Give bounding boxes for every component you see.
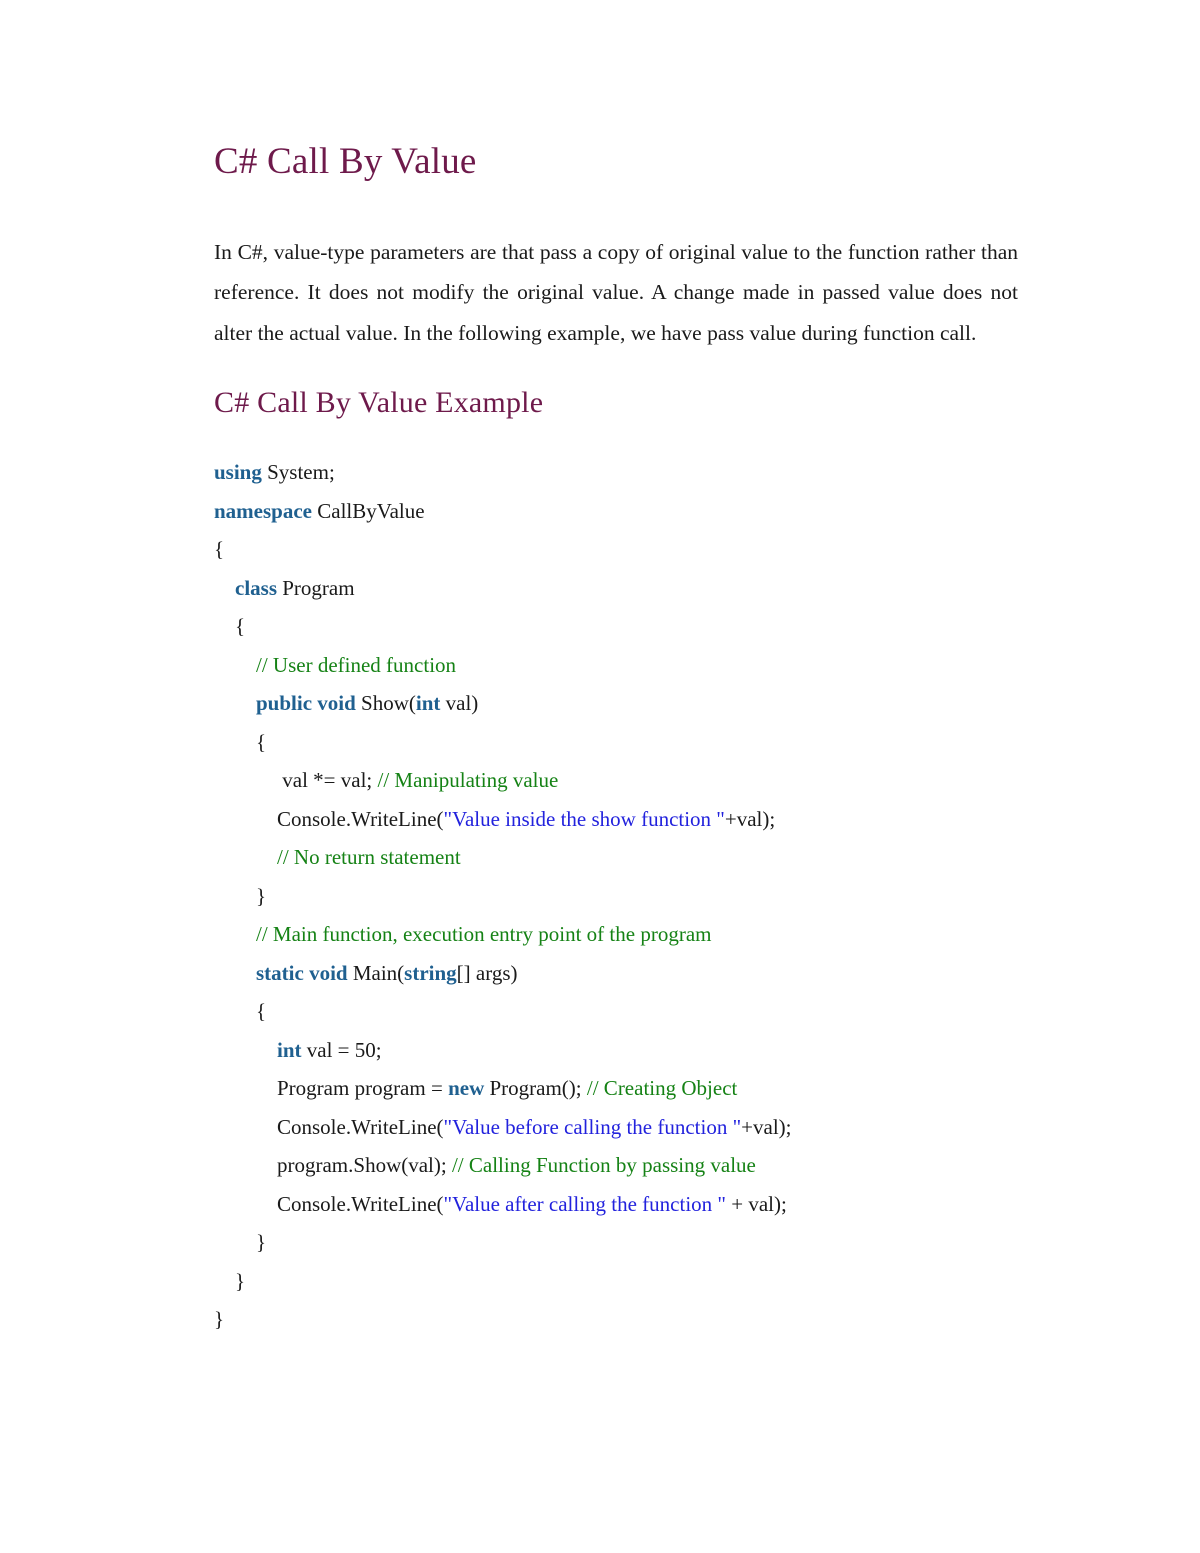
code-token-kw: new bbox=[448, 1076, 485, 1101]
code-token-plain: +val); bbox=[724, 806, 776, 831]
code-token-plain: } bbox=[235, 1268, 246, 1293]
code-token-plain: Program program = bbox=[277, 1076, 449, 1101]
code-token-kw: namespace bbox=[214, 498, 312, 523]
code-line: } bbox=[214, 877, 1018, 916]
code-token-plain: [] args) bbox=[456, 960, 518, 985]
code-line: public void Show(int val) bbox=[214, 684, 1018, 723]
code-token-kw: class bbox=[235, 575, 277, 600]
code-token-plain: System; bbox=[261, 460, 335, 485]
code-token-kw: int bbox=[415, 691, 441, 716]
intro-paragraph: In C#, value-type parameters are that pa… bbox=[214, 239, 1018, 345]
document-page: C# Call By Value In C#, value-type param… bbox=[0, 0, 1200, 1553]
code-line: val *= val; // Manipulating value bbox=[214, 761, 1018, 800]
code-token-plain: Console.WriteLine( bbox=[277, 1191, 444, 1216]
code-line: } bbox=[214, 1262, 1018, 1301]
code-token-plain: val *= val; bbox=[277, 768, 378, 793]
code-block: using System; namespace CallByValue{ clas… bbox=[214, 453, 1018, 1339]
code-token-str: "Value inside the show function " bbox=[443, 806, 725, 831]
code-line: // No return statement bbox=[214, 838, 1018, 877]
code-line: } bbox=[214, 1300, 1018, 1339]
code-token-plain: Program bbox=[277, 575, 355, 600]
code-token-str: "Value after calling the function " bbox=[443, 1191, 726, 1216]
code-line: Console.WriteLine("Value before calling … bbox=[214, 1108, 1018, 1147]
code-line: { bbox=[214, 723, 1018, 762]
spacer-after-paragraph bbox=[214, 353, 1018, 385]
code-line: using System; bbox=[214, 453, 1018, 492]
code-token-cmt: // Manipulating value bbox=[377, 768, 559, 793]
code-line: { bbox=[214, 530, 1018, 569]
spacer-after-title bbox=[214, 184, 1018, 232]
code-token-plain: Console.WriteLine( bbox=[277, 1114, 444, 1139]
code-token-cmt: // No return statement bbox=[277, 845, 461, 870]
code-token-plain: Main( bbox=[347, 960, 405, 985]
code-token-plain: val = 50; bbox=[301, 1037, 382, 1062]
code-token-plain: { bbox=[256, 729, 267, 754]
code-line: } bbox=[214, 1223, 1018, 1262]
document-content: C# Call By Value In C#, value-type param… bbox=[214, 140, 1018, 1339]
code-token-cmt: // User defined function bbox=[256, 652, 457, 677]
code-token-plain: Program(); bbox=[484, 1076, 587, 1101]
code-line: Console.WriteLine("Value after calling t… bbox=[214, 1185, 1018, 1224]
code-token-plain: Console.WriteLine( bbox=[277, 806, 444, 831]
code-token-plain: } bbox=[256, 883, 267, 908]
code-line: // Main function, execution entry point … bbox=[214, 915, 1018, 954]
code-line: namespace CallByValue bbox=[214, 492, 1018, 531]
code-token-kw: int bbox=[277, 1037, 302, 1062]
code-line: { bbox=[214, 992, 1018, 1031]
code-token-plain: } bbox=[214, 1307, 225, 1332]
code-line: int val = 50; bbox=[214, 1031, 1018, 1070]
code-token-plain: val) bbox=[440, 691, 479, 716]
section-heading-example: C# Call By Value Example bbox=[214, 386, 544, 420]
spacer-after-heading bbox=[214, 421, 1018, 453]
code-line: program.Show(val); // Calling Function b… bbox=[214, 1146, 1018, 1185]
code-token-plain: } bbox=[256, 1230, 267, 1255]
code-token-plain: CallByValue bbox=[312, 498, 425, 523]
code-line: Console.WriteLine("Value inside the show… bbox=[214, 800, 1018, 839]
code-token-kw: static void bbox=[256, 960, 348, 985]
code-line: class Program bbox=[214, 569, 1018, 608]
code-token-plain: + val); bbox=[726, 1191, 787, 1216]
code-token-cmt: // Main function, execution entry point … bbox=[256, 922, 712, 947]
code-token-cmt: // Calling Function by passing value bbox=[451, 1153, 756, 1178]
code-token-kw: using bbox=[214, 460, 262, 485]
code-token-plain: { bbox=[235, 614, 246, 639]
code-line: // User defined function bbox=[214, 646, 1018, 685]
code-line: static void Main(string[] args) bbox=[214, 954, 1018, 993]
code-line: Program program = new Program(); // Crea… bbox=[214, 1069, 1018, 1108]
code-token-cmt: // Creating Object bbox=[586, 1076, 738, 1101]
code-token-plain: { bbox=[256, 999, 267, 1024]
code-token-plain: Show( bbox=[355, 691, 416, 716]
code-token-plain: program.Show(val); bbox=[277, 1153, 452, 1178]
code-line: { bbox=[214, 607, 1018, 646]
page-title: C# Call By Value bbox=[214, 141, 477, 182]
code-token-plain: { bbox=[214, 537, 225, 562]
code-token-kw: string bbox=[404, 960, 457, 985]
code-token-kw: public void bbox=[256, 691, 356, 716]
code-token-str: "Value before calling the function " bbox=[443, 1114, 742, 1139]
code-token-plain: +val); bbox=[741, 1114, 792, 1139]
